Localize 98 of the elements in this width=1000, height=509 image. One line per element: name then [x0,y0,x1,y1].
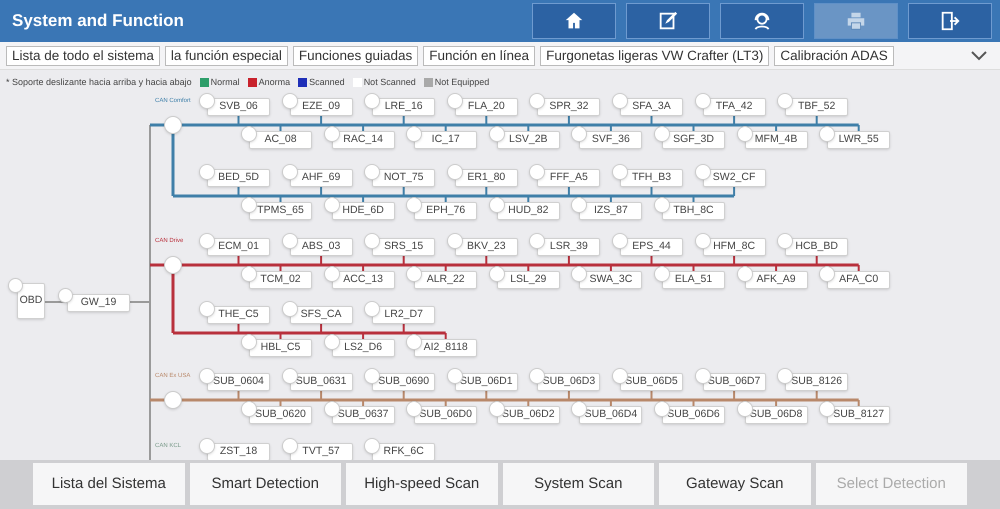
module-node[interactable]: AFK_A9 [744,271,808,289]
module-node[interactable]: EZE_09 [290,98,353,116]
module-node[interactable]: TVT_57 [290,443,353,460]
module-node[interactable]: SWA_3C [579,271,642,289]
toolbar-button[interactable] [626,3,710,39]
action-button[interactable]: Smart Detection [190,463,341,505]
module-node[interactable]: AI2_8118 [414,339,478,357]
edit-icon [657,10,679,32]
action-button[interactable]: Lista del Sistema [33,463,184,505]
action-button[interactable]: System Scan [502,463,654,505]
module-node[interactable]: OBD [17,283,45,319]
module-node[interactable]: SUB_06D5 [620,373,683,391]
legend-label: Scanned [309,76,345,89]
tab[interactable]: Función en línea [423,46,536,66]
module-node[interactable]: SRS_15 [372,238,436,256]
module-node[interactable]: SPR_32 [537,98,600,116]
exit-icon [939,10,961,32]
module-node[interactable]: SUB_06D8 [744,406,808,424]
module-node[interactable]: HBL_C5 [249,339,312,357]
module-node[interactable]: SW2_CF [702,169,766,187]
module-node[interactable]: SUB_8127 [827,406,890,424]
module-node[interactable]: GW_19 [67,294,130,312]
module-node[interactable]: SUB_0620 [249,406,312,424]
module-node[interactable]: BKV_23 [454,238,518,256]
module-node[interactable]: NOT_75 [372,169,436,187]
module-node[interactable]: TFA_42 [702,98,766,116]
tab[interactable]: Funciones guiadas [292,46,418,66]
module-node[interactable]: HDE_6D [332,202,395,220]
module-node[interactable]: EPS_44 [620,238,683,256]
window-title: System and Function [12,10,185,32]
module-node[interactable]: AHF_69 [290,169,353,187]
module-node[interactable]: HUD_82 [496,202,560,220]
module-node[interactable]: LSL_29 [496,271,560,289]
module-node[interactable]: SUB_0690 [372,373,436,391]
module-node[interactable]: ER1_80 [454,169,518,187]
module-node[interactable]: THE_C5 [207,306,270,324]
module-node[interactable]: ACC_13 [332,271,395,289]
module-node[interactable]: SUB_06D0 [414,406,478,424]
toolbar-button[interactable] [532,3,616,39]
printer-icon [845,10,867,32]
module-node[interactable]: FFF_A5 [537,169,600,187]
legend-label: Not Scanned [364,76,416,89]
module-node[interactable]: LWR_55 [827,131,890,149]
module-node[interactable]: RAC_14 [332,131,395,149]
module-node[interactable]: MFM_4B [744,131,808,149]
module-node[interactable]: IZS_87 [579,202,642,220]
module-node[interactable]: SGF_3D [662,131,725,149]
module-node[interactable]: TPMS_65 [249,202,312,220]
module-node[interactable]: SVB_06 [207,98,270,116]
module-node[interactable]: IC_17 [414,131,478,149]
module-node[interactable]: HCB_BD [785,238,848,256]
module-node[interactable]: LSR_39 [537,238,600,256]
module-node[interactable]: SFA_3A [620,98,683,116]
tab[interactable]: la función especial [164,46,288,66]
module-node[interactable]: ZST_18 [207,443,270,460]
module-node[interactable]: LS2_D6 [332,339,395,357]
action-button[interactable]: High-speed Scan [346,463,498,505]
tab[interactable]: Furgonetas ligeras VW Crafter (LT3) [540,46,770,66]
legend-note: * Soporte deslizante hacia arriba y hacia abajo [6,76,192,89]
module-node[interactable]: EPH_76 [414,202,478,220]
chevron-down-icon[interactable] [970,50,988,62]
module-node[interactable]: AFA_C0 [827,271,890,289]
module-node[interactable]: ELA_51 [662,271,725,289]
module-node[interactable]: SFS_CA [290,306,353,324]
module-node[interactable]: TFH_B3 [620,169,683,187]
module-node[interactable]: ECM_01 [207,238,270,256]
module-node[interactable]: SUB_0637 [332,406,395,424]
module-node[interactable]: SUB_06D6 [662,406,725,424]
module-node[interactable]: SVF_36 [579,131,642,149]
module-node[interactable]: ABS_03 [290,238,353,256]
module-node[interactable]: BED_5D [207,169,270,187]
legend-label: Not Equipped [434,76,490,89]
module-node[interactable]: RFK_6C [372,443,436,460]
tab[interactable]: Calibración ADAS [774,46,894,66]
tab[interactable]: Lista de todo el sistema [6,46,160,66]
module-node[interactable]: LR2_D7 [372,306,436,324]
module-node[interactable]: SUB_06D7 [702,373,766,391]
legend-label: Anorma [258,76,290,89]
module-node[interactable]: TCM_02 [249,271,312,289]
module-node[interactable]: ALR_22 [414,271,478,289]
module-node[interactable]: TBH_8C [662,202,725,220]
legend-label: Normal [210,76,240,89]
action-button[interactable]: Gateway Scan [659,463,810,505]
module-node[interactable]: SUB_06D4 [579,406,642,424]
module-node[interactable]: LRE_16 [372,98,436,116]
module-node[interactable]: SUB_06D3 [537,373,600,391]
module-node[interactable]: SUB_8126 [785,373,848,391]
toolbar-button[interactable] [720,3,804,39]
module-node[interactable]: TBF_52 [785,98,848,116]
module-node[interactable]: FLA_20 [454,98,518,116]
module-node[interactable]: AC_08 [249,131,312,149]
module-node[interactable]: SUB_0631 [290,373,353,391]
module-node[interactable]: HFM_8C [702,238,766,256]
toolbar-button[interactable] [908,3,992,39]
module-node[interactable]: LSV_2B [496,131,560,149]
module-node[interactable]: SUB_0604 [207,373,270,391]
module-node[interactable]: SUB_06D2 [496,406,560,424]
module-node[interactable]: SUB_06D1 [454,373,518,391]
